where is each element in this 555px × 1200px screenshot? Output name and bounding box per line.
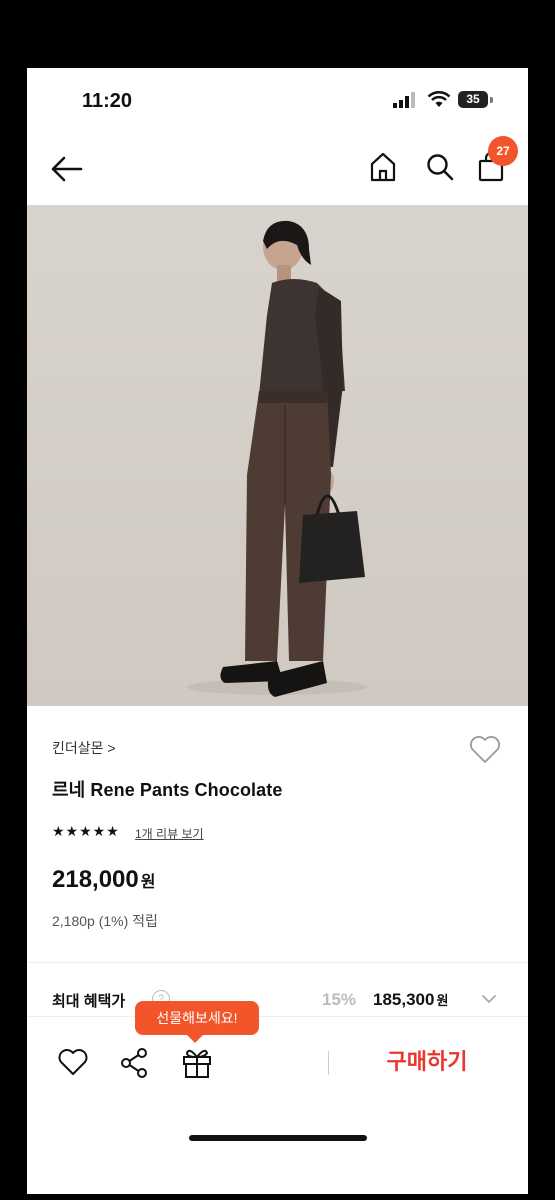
cellular-signal-icon bbox=[393, 92, 415, 108]
reward-points: 2,180p (1%) 적립 bbox=[52, 913, 158, 929]
price-currency: 원 bbox=[140, 874, 156, 891]
price-value: 218,000 bbox=[52, 866, 139, 893]
benefit-price: 185,300 원 bbox=[373, 990, 448, 1010]
gift-tooltip: 선물해보세요! bbox=[135, 1001, 259, 1043]
phone-screen: 11:20 35 27 킨더살몬 > 르네 Rene Pants Chocola… bbox=[27, 68, 528, 1194]
gift-icon[interactable] bbox=[181, 1045, 213, 1079]
status-bar: 11:20 35 bbox=[27, 68, 528, 132]
product-image[interactable] bbox=[27, 205, 528, 706]
brand-link[interactable]: 킨더살몬 > bbox=[52, 738, 116, 758]
top-nav: 27 bbox=[27, 136, 528, 202]
review-link[interactable]: 1개 리뷰 보기 bbox=[135, 825, 204, 842]
chevron-down-icon[interactable] bbox=[480, 992, 498, 1006]
wishlist-heart-icon[interactable] bbox=[57, 1047, 89, 1077]
product-photo-illustration bbox=[27, 205, 528, 706]
benefit-discount: 15% bbox=[322, 990, 357, 1009]
divider bbox=[27, 962, 528, 963]
status-time: 11:20 bbox=[82, 90, 133, 112]
battery-icon: 35 bbox=[458, 91, 494, 109]
divider bbox=[328, 1051, 329, 1075]
share-icon[interactable] bbox=[119, 1047, 149, 1079]
wifi-icon bbox=[427, 90, 451, 107]
product-price: 218,000 원 bbox=[52, 866, 156, 894]
benefit-currency: 원 bbox=[436, 993, 449, 1008]
benefit-price-value: 185,300 bbox=[373, 990, 435, 1009]
bottom-action-bar: 선물해보세요! 구매하기 bbox=[27, 1001, 528, 1194]
cart-count-badge: 27 bbox=[488, 136, 518, 166]
battery-level: 35 bbox=[458, 91, 488, 108]
back-arrow-icon[interactable] bbox=[49, 154, 83, 184]
home-indicator bbox=[189, 1135, 367, 1141]
max-benefit-label: 최대 혜택가 bbox=[52, 993, 126, 1010]
star-rating: ★★★★★ bbox=[52, 823, 120, 839]
search-icon[interactable] bbox=[425, 152, 455, 182]
buy-button[interactable]: 구매하기 bbox=[357, 1045, 497, 1079]
wishlist-heart-icon[interactable] bbox=[468, 732, 502, 766]
home-icon[interactable] bbox=[369, 150, 397, 184]
product-name: 르네 Rene Pants Chocolate bbox=[52, 780, 283, 800]
